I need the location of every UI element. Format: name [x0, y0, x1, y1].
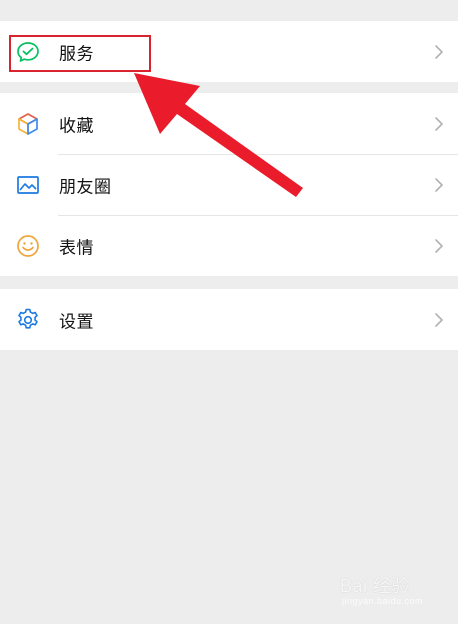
annotation-arrow	[134, 73, 303, 197]
baidu-jingyan-watermark: Bai 经验	[340, 576, 411, 596]
watermark-url: jingyan.baidu.com	[342, 596, 424, 606]
